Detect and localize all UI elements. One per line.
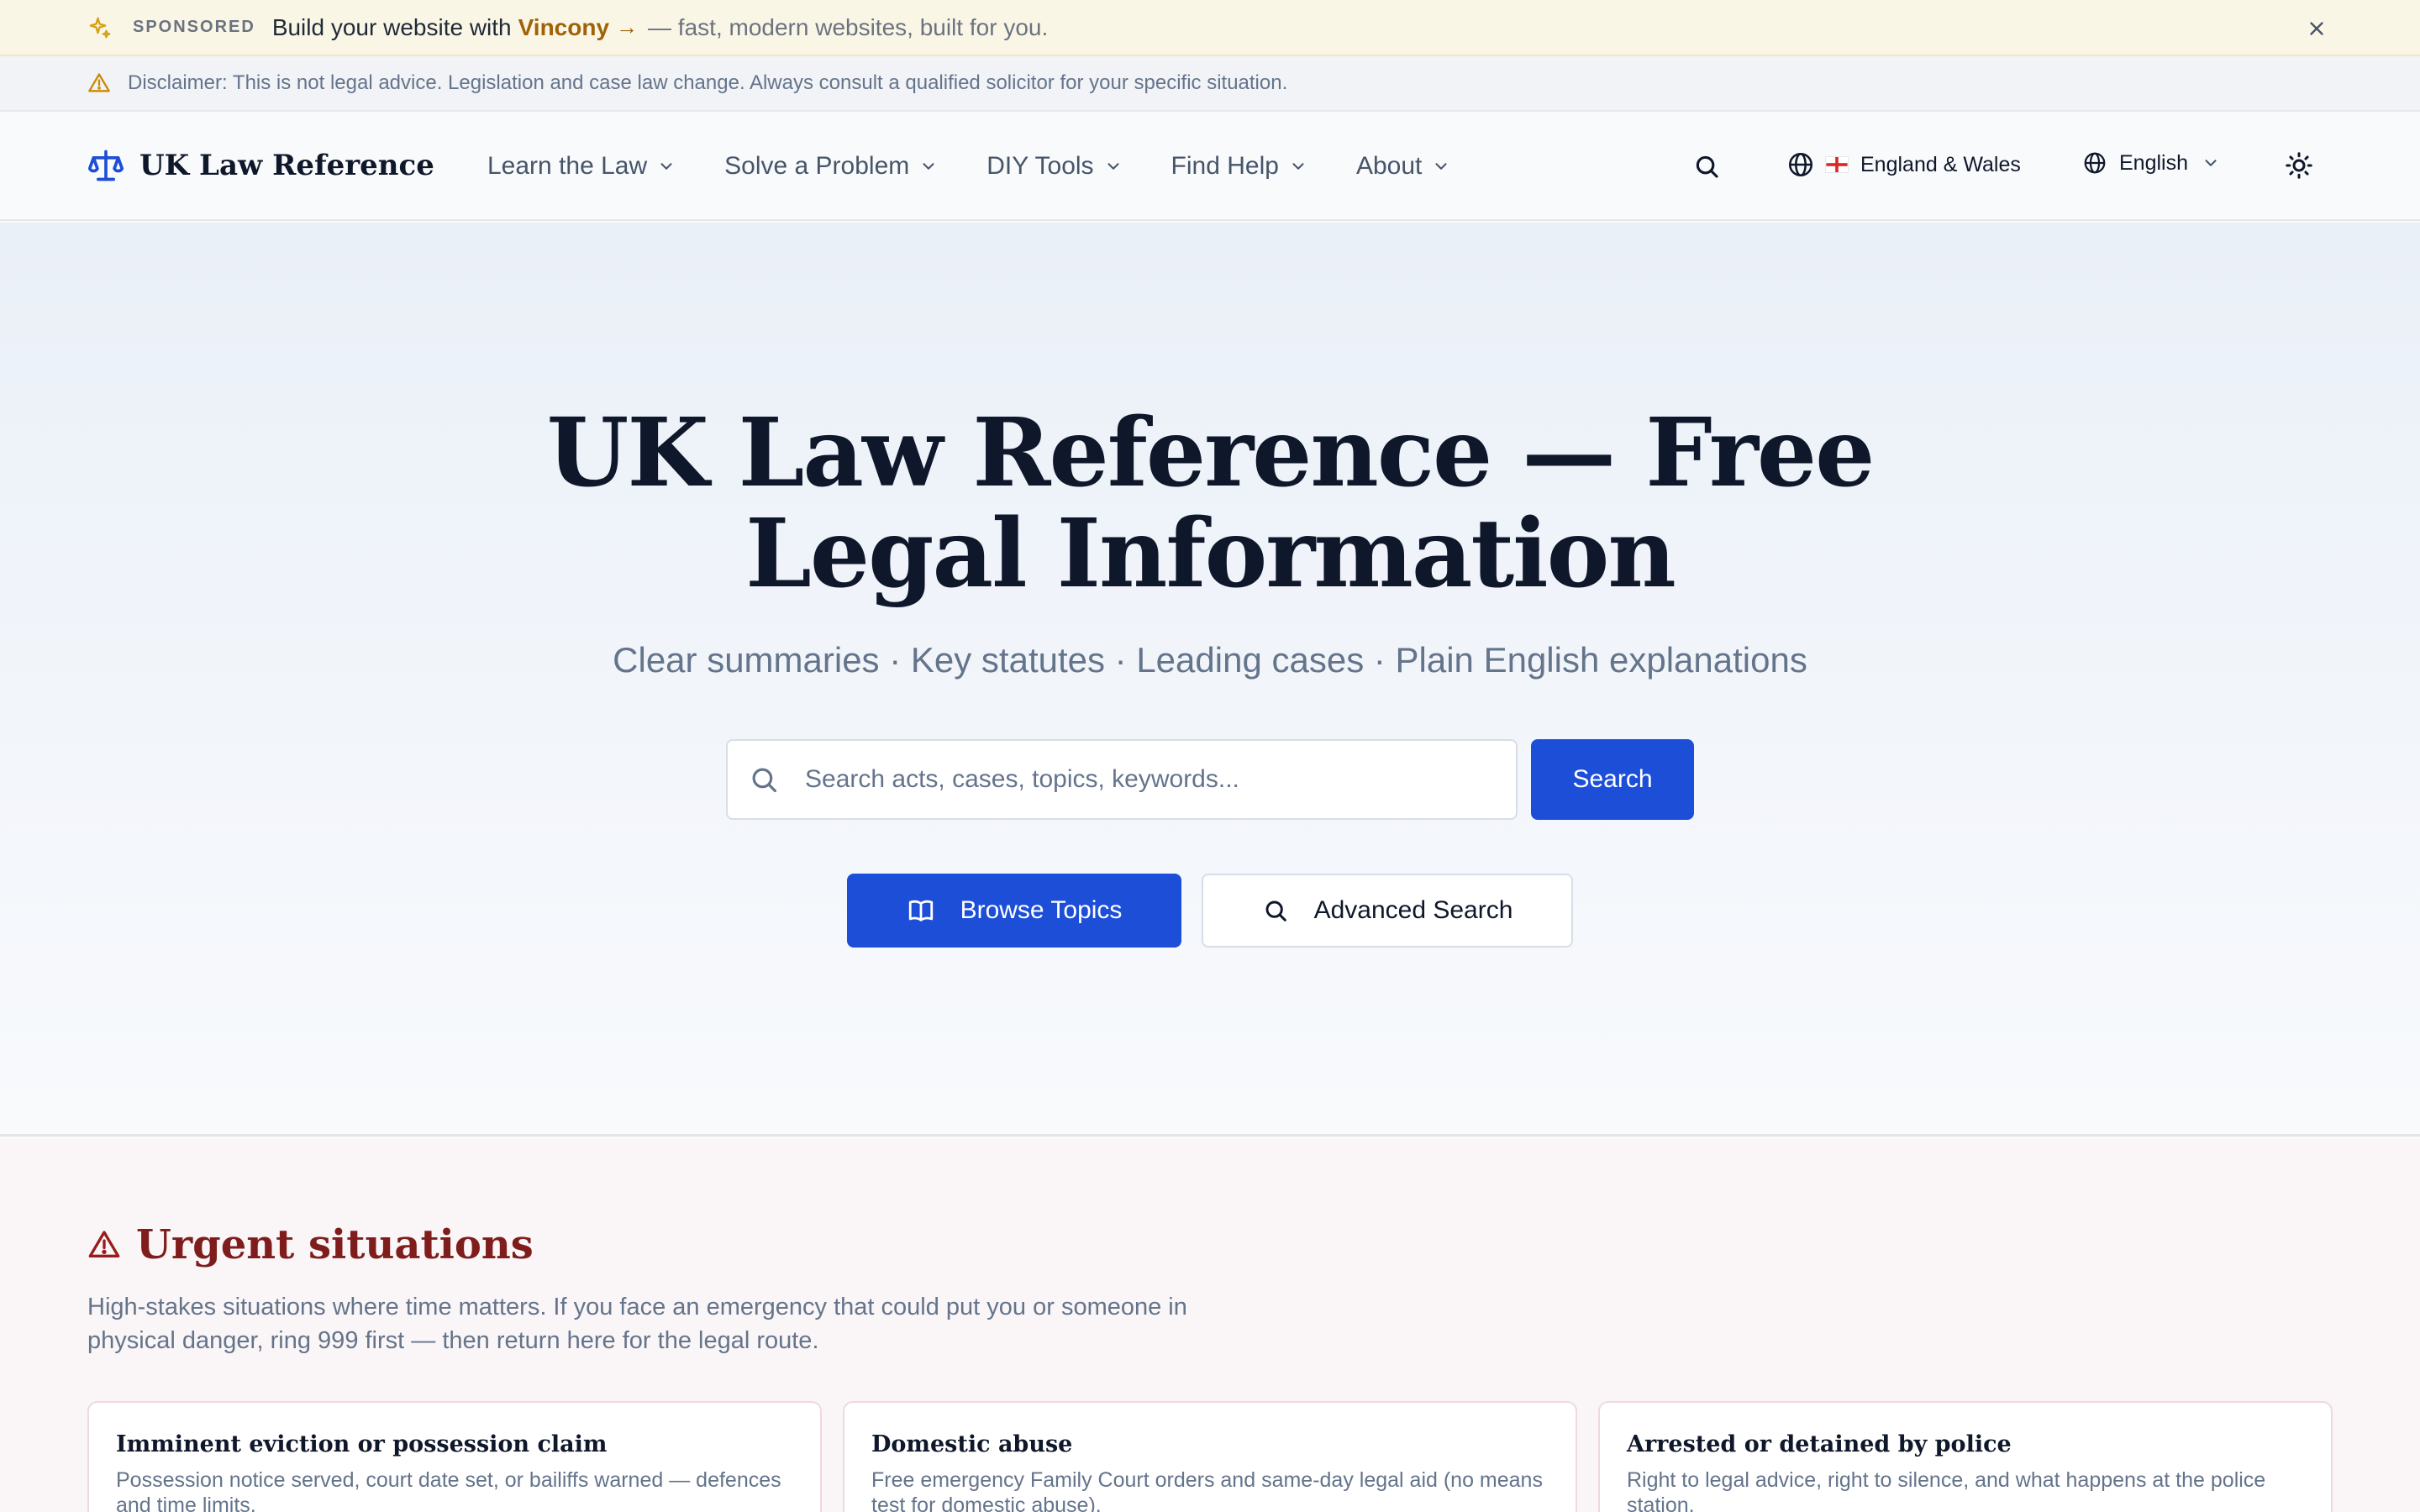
- globe-icon: [2084, 152, 2106, 174]
- globe-icon: [1788, 152, 1813, 177]
- urgent-card-arrested[interactable]: Arrested or detained by police Right to …: [1598, 1401, 2333, 1512]
- search-button[interactable]: Search: [1531, 739, 1694, 820]
- browse-topics-label: Browse Topics: [960, 896, 1123, 924]
- urgent-title: Urgent situations: [136, 1221, 534, 1268]
- disclaimer-text: Disclaimer: This is not legal advice. Le…: [128, 71, 1288, 94]
- advanced-search-label: Advanced Search: [1313, 896, 1513, 924]
- advanced-search-button[interactable]: Advanced Search: [1202, 874, 1573, 948]
- sponsored-banner: SPONSORED Build your website with Vincon…: [0, 0, 2420, 56]
- chevron-down-icon: [923, 163, 934, 170]
- card-title: Domestic abuse: [871, 1431, 1073, 1457]
- disclaimer-bar: Disclaimer: This is not legal advice. Le…: [0, 56, 2420, 112]
- urgent-section: Urgent situations High-stakes situations…: [0, 1139, 2420, 1512]
- site-name: UK Law Reference: [139, 149, 434, 182]
- sponsor-arrow[interactable]: →: [616, 14, 638, 40]
- nav-item-label: About: [1355, 152, 1423, 180]
- browse-topics-button[interactable]: Browse Topics: [847, 874, 1181, 948]
- england-flag-icon: [1825, 156, 1849, 173]
- search-icon: [1265, 900, 1286, 921]
- urgent-card-domestic-abuse[interactable]: Domestic abuse Free emergency Family Cou…: [843, 1401, 1577, 1512]
- search-icon: [752, 768, 777, 793]
- sun-icon[interactable]: [2284, 150, 2314, 181]
- hero-title: UK Law Reference — Free Legal Informatio…: [546, 398, 1876, 609]
- hero-section: UK Law Reference — Free Legal Informatio…: [0, 223, 2420, 1137]
- card-text: Free emergency Family Court orders and s…: [871, 1468, 1543, 1512]
- search-icon[interactable]: [1692, 152, 1721, 181]
- card-title: Arrested or detained by police: [1627, 1431, 2012, 1457]
- nav-about[interactable]: About: [1356, 152, 1450, 181]
- chevron-down-icon: [1292, 163, 1304, 170]
- scales-icon: [87, 150, 124, 181]
- urgent-card-eviction[interactable]: Imminent eviction or possession claim Po…: [87, 1401, 822, 1512]
- search-input[interactable]: [805, 765, 1477, 794]
- language-selector[interactable]: English: [2082, 150, 2220, 176]
- search-box[interactable]: [726, 739, 1518, 820]
- language-label: English: [2119, 150, 2188, 175]
- site-logo[interactable]: UK Law Reference: [87, 147, 434, 184]
- chevron-down-icon: [1435, 163, 1447, 170]
- warning-icon: [88, 1231, 120, 1257]
- urgent-description: High-stakes situations where time matter…: [87, 1294, 1187, 1354]
- chevron-down-icon: [1107, 163, 1119, 170]
- sponsor-message: Build your website with: [271, 13, 512, 40]
- close-icon[interactable]: [2306, 18, 2328, 39]
- nav-item-label: Find Help: [1171, 152, 1279, 180]
- nav-item-label: Learn the Law: [487, 152, 648, 180]
- nav-solve-a-problem[interactable]: Solve a Problem: [724, 152, 938, 181]
- nav-diy-tools[interactable]: DIY Tools: [986, 152, 1122, 181]
- sparkle-icon: [89, 17, 111, 38]
- chevron-down-icon: [660, 163, 672, 170]
- region-label: England & Wales: [1860, 152, 2021, 176]
- book-open-icon: [908, 900, 933, 921]
- card-text: Possession notice served, court date set…: [116, 1468, 781, 1512]
- nav-item-label: Solve a Problem: [724, 152, 910, 180]
- warning-icon: [88, 73, 110, 92]
- main-menu: Learn the Law Solve a Problem DIY Tools …: [487, 112, 1499, 221]
- sponsor-brand-link[interactable]: Vincony: [518, 14, 609, 41]
- urgent-heading: Urgent situations: [87, 1221, 534, 1268]
- chevron-down-icon: [2205, 160, 2217, 166]
- hero-subtitle: Clear summaries · Key statutes · Leading…: [613, 640, 1807, 680]
- sponsored-tag: SPONSORED: [133, 18, 255, 36]
- nav-item-label: DIY Tools: [986, 152, 1094, 180]
- nav-find-help[interactable]: Find Help: [1171, 152, 1307, 181]
- card-title: Imminent eviction or possession claim: [116, 1431, 608, 1457]
- region-selector[interactable]: England & Wales: [1786, 150, 2021, 179]
- nav-learn-the-law[interactable]: Learn the Law: [487, 152, 676, 181]
- sponsor-tagline: — fast, modern websites, built for you.: [648, 13, 1049, 40]
- main-navbar: UK Law Reference Learn the Law Solve a P…: [0, 112, 2420, 221]
- card-text: Right to legal advice, right to silence,…: [1627, 1468, 2266, 1512]
